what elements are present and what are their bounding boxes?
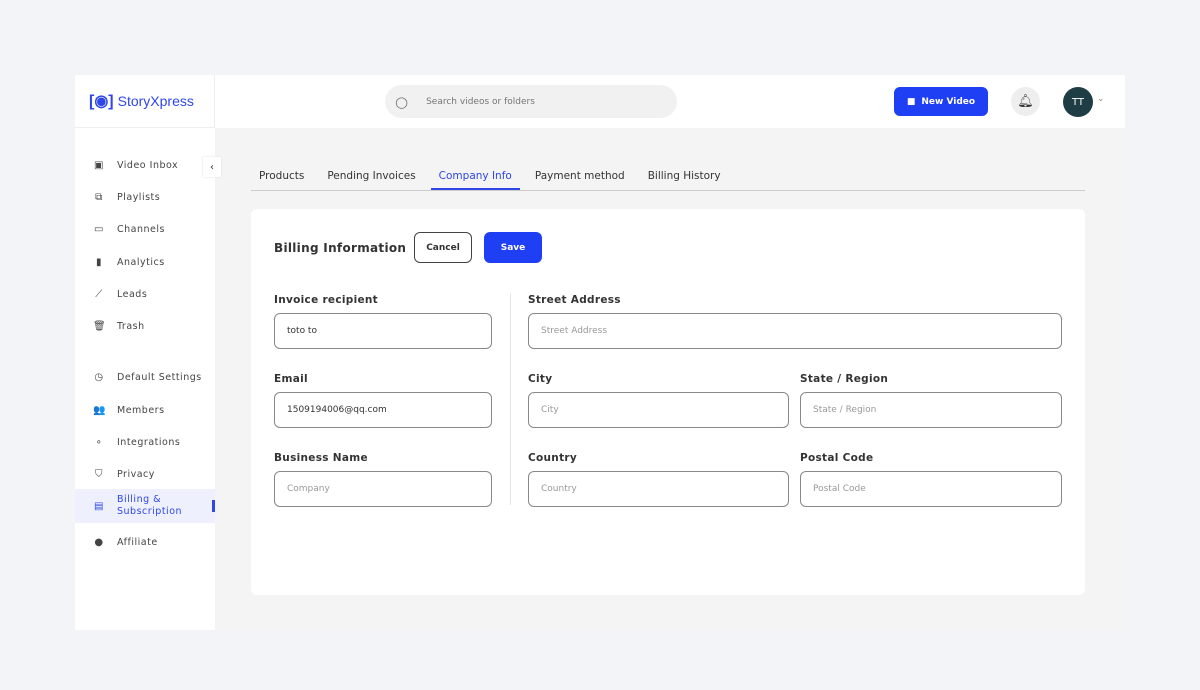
chevron-down-icon[interactable]: ⌄ — [1097, 94, 1105, 104]
invoice-recipient-input[interactable] — [274, 313, 492, 349]
shield-icon: ⛉ — [95, 468, 103, 480]
settings-icon: ◷ — [94, 371, 104, 383]
tab-products[interactable]: Products — [251, 165, 312, 190]
analytics-icon: ▮ — [95, 256, 102, 268]
sidebar-item-channels[interactable]: ▭ Channels — [75, 218, 215, 240]
sidebar-item-privacy[interactable]: ⛉ Privacy — [75, 463, 215, 485]
affiliate-icon: ● — [94, 536, 104, 548]
sidebar-item-label: Leads — [117, 288, 148, 300]
leads-icon: ⟋ — [95, 288, 103, 300]
sidebar-item-playlists[interactable]: ⧉ Playlists — [75, 186, 215, 208]
sidebar-item-label: Channels — [117, 223, 165, 235]
sidebar-item-integrations[interactable]: ∘ Integrations — [75, 431, 215, 453]
save-button[interactable]: Save — [484, 232, 542, 263]
sidebar-item-members[interactable]: 👥 Members — [75, 399, 215, 421]
logo[interactable]: [◉] StoryXpress — [75, 75, 215, 128]
search-bar[interactable]: ○ — [385, 85, 677, 118]
app-window: [◉] StoryXpress ○ ■ New Video 🔔︎ TT ⌄ ▣ V… — [75, 75, 1125, 630]
sidebar-item-analytics[interactable]: ▮ Analytics — [75, 251, 215, 273]
sidebar-item-label: Default Settings — [117, 371, 202, 383]
playlist-icon: ⧉ — [95, 191, 103, 203]
cancel-button[interactable]: Cancel — [414, 232, 472, 263]
state-input[interactable] — [800, 392, 1062, 428]
sidebar-item-label: Privacy — [117, 468, 155, 480]
notification-button[interactable]: 🔔︎ — [1011, 87, 1040, 116]
sidebar-item-label: Billing & Subscription — [117, 494, 183, 517]
state-label: State / Region — [800, 373, 889, 385]
postal-label: Postal Code — [800, 452, 874, 464]
sidebar-item-default-settings[interactable]: ◷ Default Settings — [75, 366, 215, 388]
avatar[interactable]: TT — [1063, 87, 1093, 117]
video-camera-icon: ■ — [906, 96, 916, 107]
email-input[interactable] — [274, 392, 492, 428]
tab-company-info[interactable]: Company Info — [430, 165, 520, 190]
header: ○ ■ New Video 🔔︎ TT ⌄ — [215, 75, 1125, 128]
email-label: Email — [274, 373, 308, 385]
sidebar-item-video-inbox[interactable]: ▣ Video Inbox — [75, 154, 215, 176]
sidebar-item-label: Video Inbox — [117, 159, 179, 171]
billing-icon: ▤ — [94, 500, 104, 512]
sidebar-item-label: Trash — [117, 320, 145, 332]
tab-payment-method[interactable]: Payment method — [527, 165, 633, 190]
sidebar-item-label: Analytics — [117, 256, 165, 268]
country-label: Country — [528, 452, 578, 464]
sidebar: ▣ Video Inbox ⧉ Playlists ▭ Channels ▮ Analytic… — [75, 128, 215, 630]
tab-pending-invoices[interactable]: Pending Invoices — [319, 165, 423, 190]
country-input[interactable] — [528, 471, 789, 507]
sidebar-item-affiliate[interactable]: ● Affiliate — [75, 531, 215, 553]
sidebar-item-label: Playlists — [117, 191, 161, 203]
postal-input[interactable] — [800, 471, 1062, 507]
business-name-input[interactable] — [274, 471, 492, 507]
chevron-left-icon: ‹ — [210, 161, 214, 173]
sidebar-item-label: Integrations — [117, 436, 181, 448]
channel-icon: ▭ — [94, 223, 104, 235]
brand-name: StoryXpress — [117, 93, 194, 109]
city-input[interactable] — [528, 392, 789, 428]
sidebar-item-label: Affiliate — [117, 536, 158, 548]
sidebar-item-leads[interactable]: ⟋ Leads — [75, 283, 215, 305]
business-name-label: Business Name — [274, 452, 368, 464]
city-label: City — [528, 373, 553, 385]
logo-icon: [◉] — [89, 93, 114, 110]
street-label: Street Address — [528, 294, 621, 306]
tab-bar: Products Pending Invoices Company Info Paym… — [251, 165, 1085, 191]
integrations-icon: ∘ — [95, 436, 103, 448]
collapse-sidebar-button[interactable]: ‹ — [203, 157, 221, 177]
tab-billing-history[interactable]: Billing History — [640, 165, 729, 190]
billing-info-card: Billing Information Cancel Save Invoice … — [251, 209, 1085, 595]
inbox-icon: ▣ — [94, 159, 104, 171]
search-icon: ○ — [395, 92, 409, 111]
invoice-recipient-label: Invoice recipient — [274, 294, 378, 306]
new-video-label: New Video — [921, 96, 976, 107]
trash-icon: 🗑 — [93, 320, 107, 332]
sidebar-item-label: Members — [117, 404, 165, 416]
search-input[interactable] — [426, 96, 647, 107]
bell-icon: 🔔︎ — [1017, 94, 1034, 109]
new-video-button[interactable]: ■ New Video — [894, 87, 988, 116]
divider — [510, 293, 511, 505]
sidebar-item-billing-subscription[interactable]: ▤ Billing & Subscription — [75, 489, 215, 523]
sidebar-item-trash[interactable]: 🗑 Trash — [75, 315, 215, 337]
street-input[interactable] — [528, 313, 1062, 349]
section-title: Billing Information — [274, 241, 407, 255]
members-icon: 👥 — [93, 404, 106, 416]
